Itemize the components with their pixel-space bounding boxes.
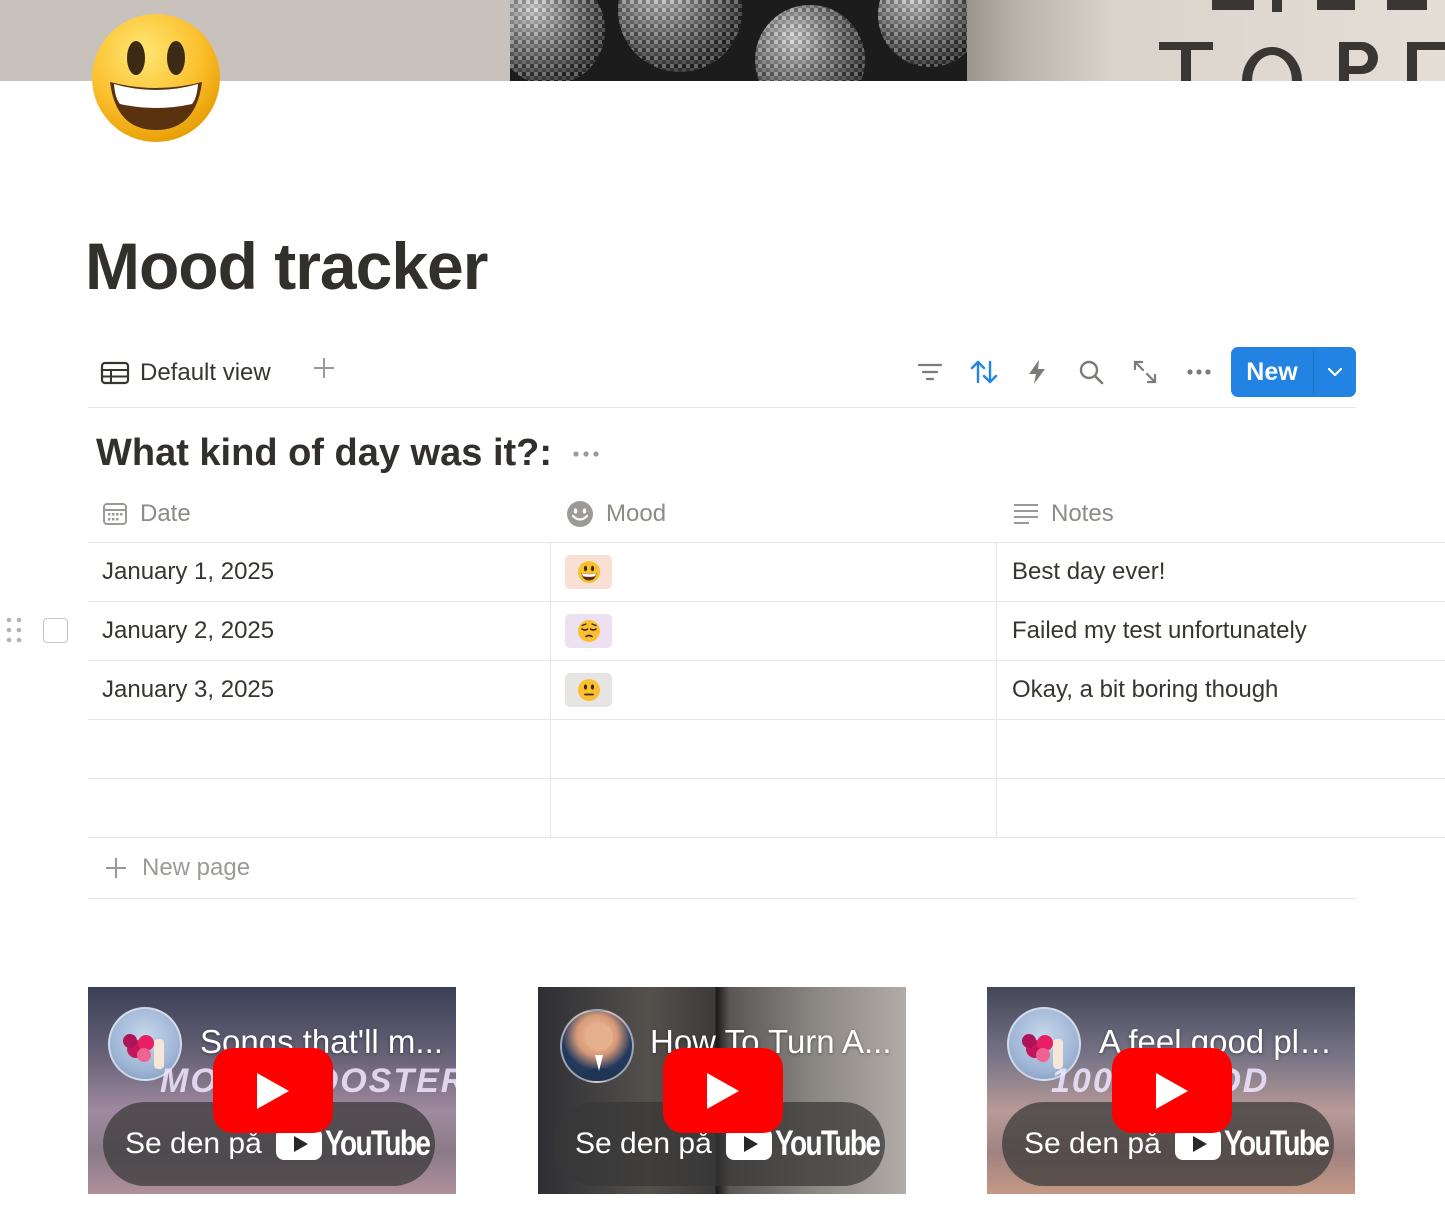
play-icon bbox=[257, 1072, 289, 1109]
youtube-wordmark: YouTube bbox=[1223, 1124, 1330, 1163]
chevron-down-icon bbox=[1327, 367, 1343, 377]
youtube-wordmark: YouTube bbox=[774, 1124, 881, 1163]
page-icon[interactable] bbox=[90, 12, 222, 144]
column-header-mood-label: Mood bbox=[606, 499, 667, 527]
row-select-checkbox[interactable] bbox=[43, 618, 68, 643]
column-header-notes[interactable]: Notes bbox=[997, 484, 1445, 543]
cover-poster-image bbox=[967, 0, 1445, 81]
database-table: Date Mood Notes January 1, 2025 Best day… bbox=[88, 484, 1445, 899]
mood-cell[interactable] bbox=[551, 602, 997, 660]
mood-cell[interactable] bbox=[551, 720, 997, 778]
new-button-group: New bbox=[1231, 347, 1356, 397]
mood-cell[interactable] bbox=[551, 779, 997, 837]
plus-icon bbox=[106, 858, 126, 878]
date-cell[interactable]: January 1, 2025 bbox=[88, 543, 551, 601]
notes-cell[interactable] bbox=[997, 720, 1445, 778]
date-cell[interactable]: January 2, 2025 bbox=[88, 602, 551, 660]
mood-cell[interactable] bbox=[551, 543, 997, 601]
search-button[interactable] bbox=[1073, 354, 1109, 390]
database-view-bar: Default view New bbox=[88, 340, 1356, 408]
pensive-face-icon bbox=[577, 620, 600, 642]
youtube-embed-2[interactable]: How To Turn A... Se den på YouTube bbox=[538, 987, 906, 1194]
tab-default-view[interactable]: Default view bbox=[100, 356, 271, 390]
grinning-face-icon bbox=[92, 14, 220, 142]
play-button[interactable] bbox=[1112, 1048, 1232, 1133]
column-header-date[interactable]: Date bbox=[88, 484, 551, 543]
new-button[interactable]: New bbox=[1231, 347, 1313, 397]
smiley-icon bbox=[567, 500, 593, 527]
date-cell[interactable] bbox=[88, 779, 551, 837]
page-title[interactable]: Mood tracker bbox=[85, 228, 488, 304]
add-view-button[interactable] bbox=[310, 354, 338, 388]
more-options-button[interactable] bbox=[1181, 354, 1217, 390]
column-header-mood[interactable]: Mood bbox=[551, 484, 997, 543]
notes-cell[interactable]: Okay, a bit boring though bbox=[997, 661, 1445, 719]
youtube-wordmark: YouTube bbox=[324, 1124, 431, 1163]
text-lines-icon bbox=[1014, 503, 1038, 524]
date-cell[interactable] bbox=[88, 720, 551, 778]
more-icon bbox=[1187, 369, 1211, 375]
empty-table-row[interactable] bbox=[88, 720, 1445, 779]
automation-button[interactable] bbox=[1019, 354, 1055, 390]
cover-disco-balls-image bbox=[510, 0, 967, 81]
filter-button[interactable] bbox=[912, 354, 948, 390]
search-icon bbox=[1079, 360, 1104, 385]
neutral-face-icon bbox=[577, 679, 600, 701]
mood-tag[interactable] bbox=[565, 614, 612, 648]
lightning-icon bbox=[1029, 360, 1045, 384]
filter-icon bbox=[917, 363, 943, 381]
notes-cell[interactable] bbox=[997, 779, 1445, 837]
drag-handle-icon bbox=[6, 617, 22, 643]
column-header-notes-label: Notes bbox=[1051, 499, 1114, 527]
person-avatar-icon bbox=[575, 1023, 623, 1081]
cover-left-panel bbox=[0, 0, 510, 81]
play-icon bbox=[707, 1072, 739, 1109]
new-page-button[interactable]: New page bbox=[88, 838, 1356, 899]
more-icon bbox=[573, 451, 599, 457]
table-row[interactable]: January 2, 2025 Failed my test unfortuna… bbox=[88, 602, 1445, 661]
date-cell[interactable]: January 3, 2025 bbox=[88, 661, 551, 719]
table-row[interactable]: January 1, 2025 Best day ever! bbox=[88, 543, 1445, 602]
table-row[interactable]: January 3, 2025 Okay, a bit boring thoug… bbox=[88, 661, 1445, 720]
column-header-date-label: Date bbox=[140, 499, 191, 527]
tab-default-view-label: Default view bbox=[140, 359, 271, 386]
mood-tag[interactable] bbox=[565, 673, 612, 707]
new-page-label: New page bbox=[142, 854, 251, 881]
channel-avatar bbox=[560, 1009, 634, 1083]
mood-cell[interactable] bbox=[551, 661, 997, 719]
play-button[interactable] bbox=[663, 1048, 783, 1133]
table-header: Date Mood Notes bbox=[88, 484, 1445, 543]
empty-table-row[interactable] bbox=[88, 779, 1445, 838]
calendar-icon bbox=[103, 502, 127, 525]
youtube-embed-1[interactable]: Songs that'll m... MOOD BOOSTER Se den p… bbox=[88, 987, 456, 1194]
play-icon bbox=[1156, 1072, 1188, 1109]
youtube-embed-3[interactable]: A feel good pla... 100% GOOD Se den på Y… bbox=[987, 987, 1355, 1194]
drag-handle[interactable] bbox=[5, 616, 23, 644]
sort-icon bbox=[970, 360, 998, 384]
notes-cell[interactable]: Best day ever! bbox=[997, 543, 1445, 601]
table-icon bbox=[100, 361, 130, 385]
expand-button[interactable] bbox=[1127, 354, 1163, 390]
expand-icon bbox=[1133, 360, 1157, 384]
database-more-button[interactable] bbox=[570, 442, 602, 466]
mood-tag[interactable] bbox=[565, 555, 612, 589]
grinning-face-icon bbox=[577, 561, 600, 583]
database-title[interactable]: What kind of day was it?: bbox=[96, 432, 552, 475]
notes-cell[interactable]: Failed my test unfortunately bbox=[997, 602, 1445, 660]
plus-icon bbox=[314, 358, 334, 378]
new-dropdown-button[interactable] bbox=[1314, 347, 1356, 397]
sort-button[interactable] bbox=[966, 354, 1002, 390]
play-button[interactable] bbox=[213, 1048, 333, 1133]
